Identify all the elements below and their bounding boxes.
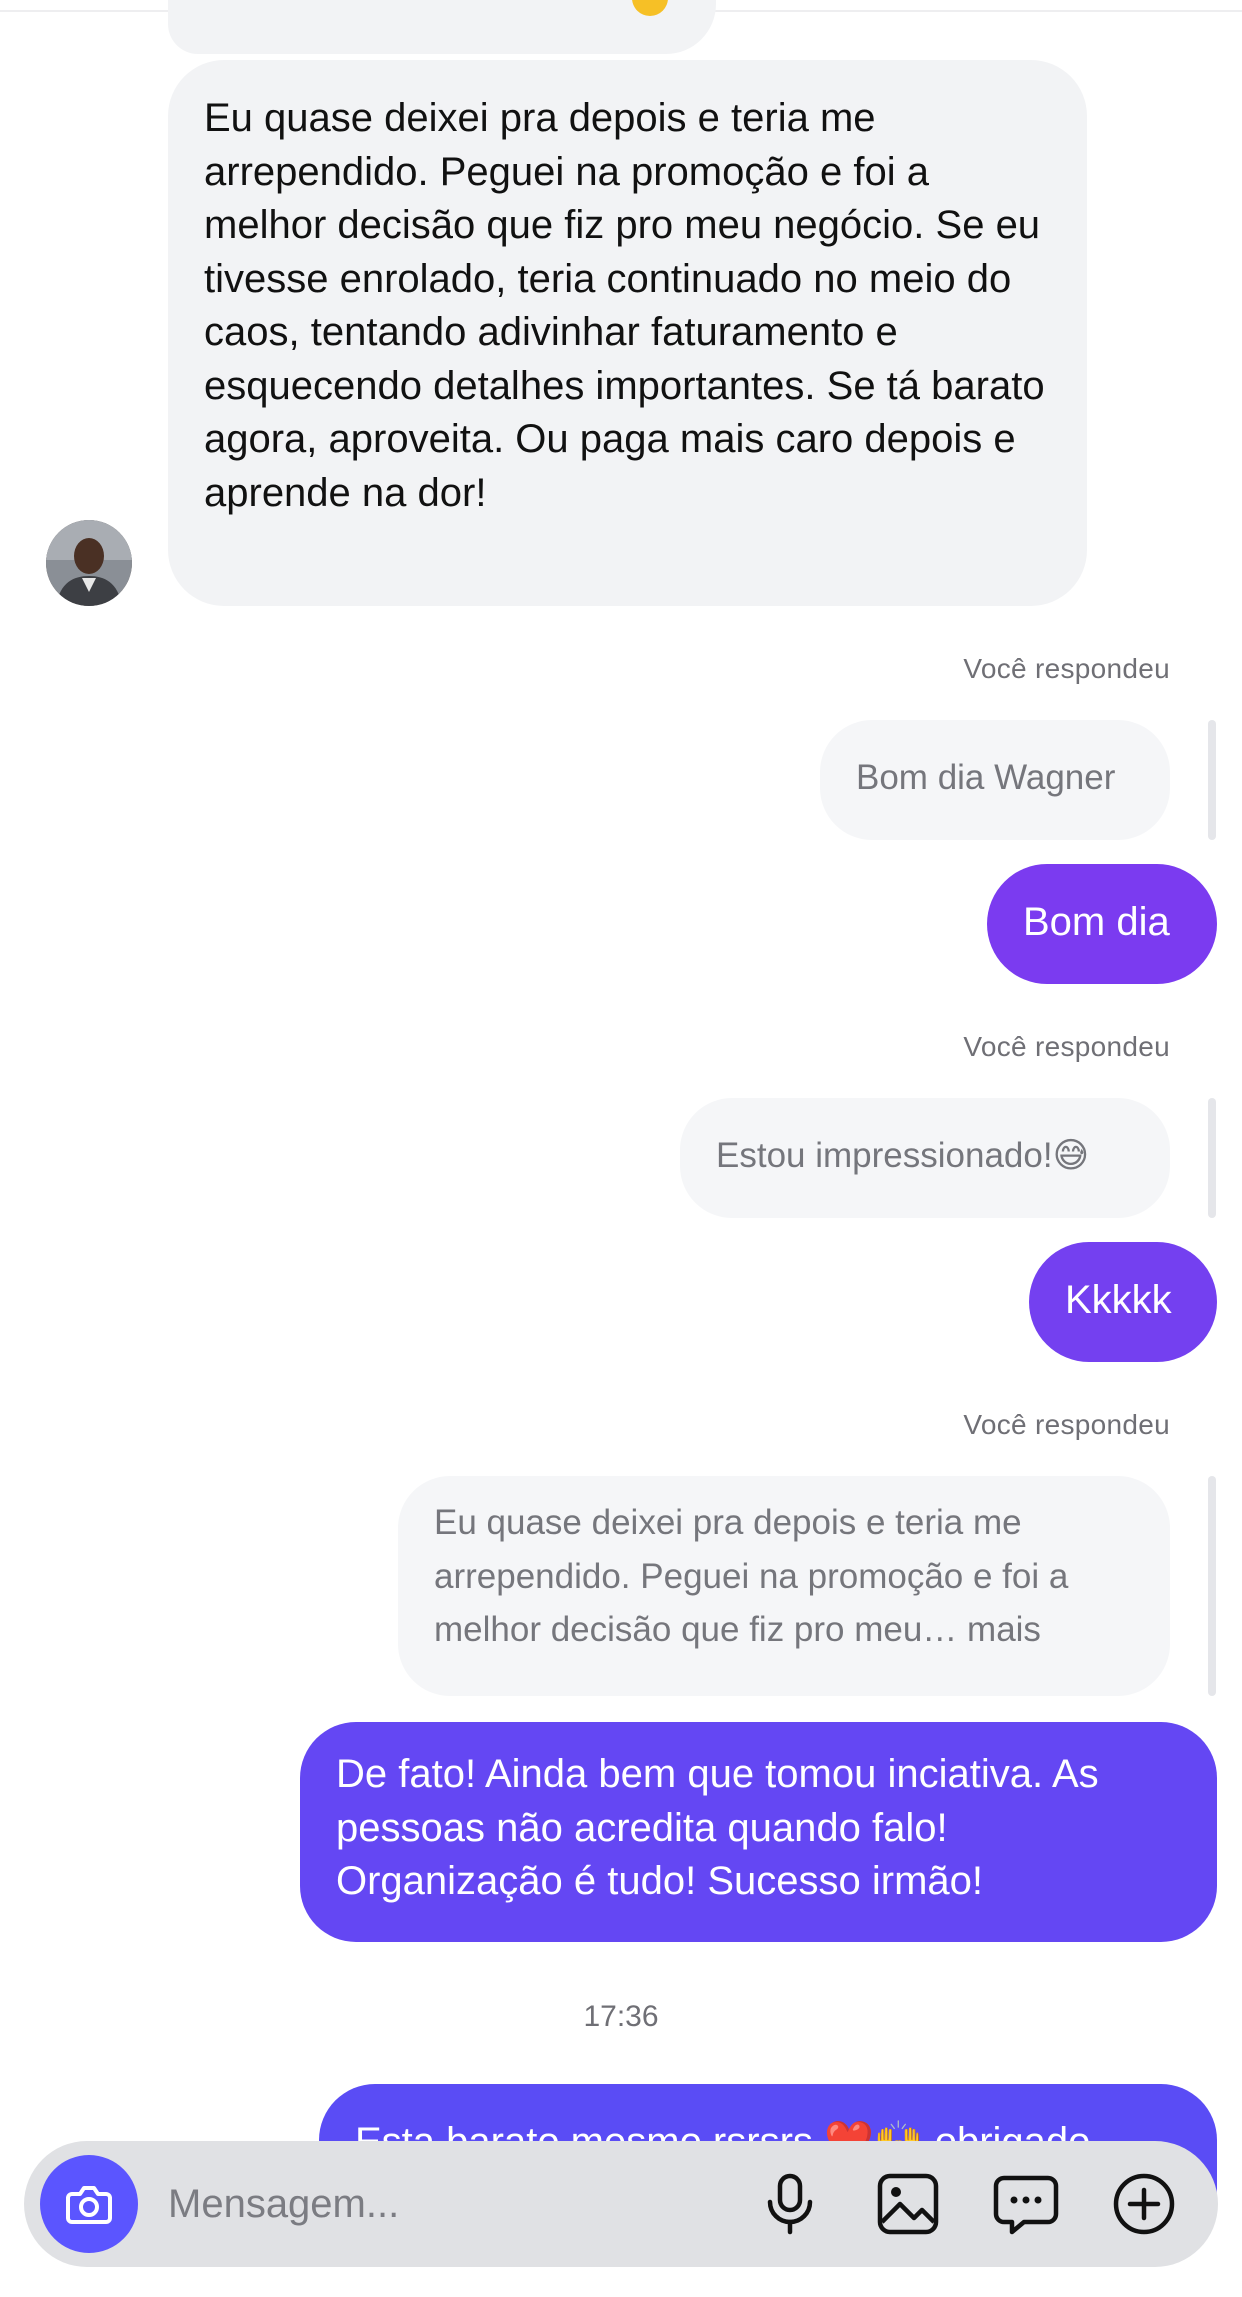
camera-icon (66, 2186, 112, 2224)
quoted-text: Estou impressionado!😅 (716, 1136, 1090, 1175)
image-icon[interactable] (872, 2168, 944, 2240)
incoming-message-text: Eu quase deixei pra depois e teria me ar… (204, 96, 1045, 515)
previous-incoming-bubble[interactable] (168, 0, 716, 54)
quoted-text: Eu quase deixei pra depois e teria me ar… (434, 1503, 1069, 1649)
emoji-icon (632, 0, 668, 16)
quote-bar (1208, 720, 1216, 840)
outgoing-message-bubble[interactable]: De fato! Ainda bem que tomou inciativa. … (300, 1722, 1217, 1942)
outgoing-message-text: Kkkkk (1065, 1278, 1172, 1322)
plus-icon[interactable] (1108, 2168, 1180, 2240)
outgoing-message-text: De fato! Ainda bem que tomou inciativa. … (336, 1752, 1099, 1903)
incoming-message-bubble[interactable]: Eu quase deixei pra depois e teria me ar… (168, 60, 1087, 606)
you-replied-label: Você respondeu (963, 1031, 1170, 1062)
message-composer (24, 2141, 1218, 2267)
you-replied-label: Você respondeu (963, 1409, 1170, 1440)
quote-bar (1208, 1476, 1216, 1696)
sticker-icon[interactable] (990, 2168, 1062, 2240)
quoted-message[interactable]: Estou impressionado!😅 (680, 1098, 1170, 1218)
outgoing-message-bubble[interactable]: Bom dia (987, 864, 1217, 984)
microphone-icon[interactable] (754, 2168, 826, 2240)
camera-button[interactable] (40, 2155, 138, 2253)
you-replied-label: Você respondeu (963, 653, 1170, 684)
outgoing-message-text: Bom dia (1023, 900, 1170, 944)
quote-bar (1208, 1098, 1216, 1218)
quoted-message[interactable]: Eu quase deixei pra depois e teria me ar… (398, 1476, 1170, 1696)
contact-avatar[interactable] (46, 520, 132, 606)
dm-thread-screen: Eu quase deixei pra depois e teria me ar… (0, 0, 1242, 2297)
message-timestamp: 17:36 (583, 2000, 659, 2033)
outgoing-message-bubble[interactable]: Kkkkk (1029, 1242, 1217, 1362)
message-input[interactable] (168, 2169, 728, 2239)
quoted-text: Bom dia Wagner (856, 758, 1116, 797)
quoted-message[interactable]: Bom dia Wagner (820, 720, 1170, 840)
